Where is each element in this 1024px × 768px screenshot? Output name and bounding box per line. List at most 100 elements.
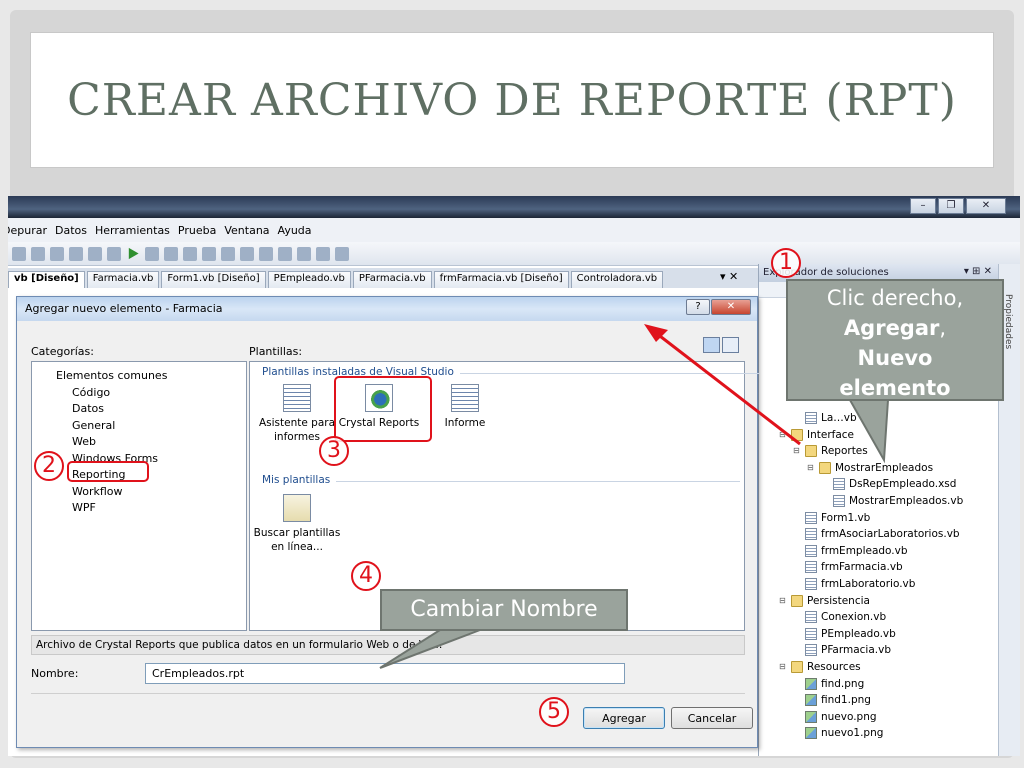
template-report-wizard[interactable]: Asistente para informes [256,384,338,444]
solution-item[interactable]: ⊟ MostrarEmpleados [807,460,933,476]
my-section-label: Mis plantillas [262,474,331,486]
stop-icon[interactable] [164,246,178,261]
folder-icon [791,594,803,607]
menu-herramientas[interactable]: Herramientas [95,224,178,237]
large-icons-view-icon[interactable] [703,337,720,353]
tool-icon[interactable] [31,246,45,261]
solution-item-label: Conexion.vb [821,611,887,624]
redo-icon[interactable] [69,246,83,261]
dialog-close-button[interactable]: ✕ [711,299,751,315]
tool-icon[interactable] [202,246,216,261]
category-elementos-comunes[interactable]: Elementos comunes [56,368,167,384]
tool-icon[interactable] [107,246,121,261]
category-código[interactable]: Código [72,385,110,401]
solution-item[interactable]: nuevo.png [793,709,877,725]
add-button[interactable]: Agregar [583,707,665,729]
tool-icon[interactable] [335,246,349,261]
solution-item[interactable]: frmAsociarLaboratorios.vb [793,526,960,542]
solution-item[interactable]: frmEmpleado.vb [793,543,908,559]
solution-item[interactable]: PEmpleado.vb [793,626,896,642]
solution-item[interactable]: ⊟ Resources [779,659,861,675]
template-label: Buscar plantillas en línea... [253,527,341,553]
solution-item[interactable]: ⊟ Persistencia [779,593,870,609]
template-search-online[interactable]: Buscar plantillas en línea... [252,494,342,554]
tab-pfarmacia[interactable]: PFarmacia.vb [352,271,432,288]
tool-icon[interactable] [88,246,102,261]
menu-ayuda[interactable]: Ayuda [278,224,320,237]
name-input[interactable] [145,663,625,684]
pause-icon[interactable] [145,246,159,261]
category-workflow[interactable]: Workflow [72,484,123,500]
solution-item[interactable]: find.png [793,676,864,692]
menu-ventana[interactable]: Ventana [224,224,277,237]
tool-icon[interactable] [259,246,273,261]
solution-item[interactable]: PFarmacia.vb [793,642,891,658]
slide-title-box: CREAR ARCHIVO DE REPORTE (RPT) [30,32,994,168]
menu-depurar[interactable]: Depurar [8,224,55,237]
tab-form1[interactable]: Form1.vb [Diseño] [161,271,266,288]
tab-controladora[interactable]: Controladora.vb [570,271,664,288]
tool-icon[interactable] [278,246,292,261]
close-window-button[interactable]: ✕ [966,198,1006,214]
solution-item[interactable]: ⊟ Interface [779,427,854,443]
step-5-marker: 5 [539,697,569,727]
category-wpf[interactable]: WPF [72,500,96,516]
expander-icon[interactable]: ⊟ [779,593,787,609]
callout-line: Clic derecho, [826,286,964,310]
report-icon [451,384,479,412]
callout-rename: Cambiar Nombre [380,589,628,631]
category-web[interactable]: Web [72,434,96,450]
solution-item[interactable]: Conexion.vb [793,609,886,625]
solution-item[interactable]: Form1.vb [793,510,870,526]
tab-pempleado[interactable]: PEmpleado.vb [267,271,351,288]
minimize-button[interactable]: – [910,198,936,214]
tab-frmfarmacia[interactable]: frmFarmacia.vb [Diseño] [433,271,569,288]
solution-item[interactable]: find1.png [793,692,871,708]
start-debug-icon[interactable] [128,247,139,260]
solution-item[interactable]: frmFarmacia.vb [793,559,903,575]
category-general[interactable]: General [72,418,115,434]
slide-title: CREAR ARCHIVO DE REPORTE (RPT) [67,74,957,126]
solution-item-label: Form1.vb [821,511,871,524]
name-label: Nombre: [31,667,79,680]
cancel-button[interactable]: Cancelar [671,707,753,729]
tab-diseno[interactable]: vb [Diseño] [8,271,85,288]
tool-icon[interactable] [183,246,197,261]
dialog-separator [31,693,745,694]
tool-icon[interactable] [221,246,235,261]
image-file-icon [805,710,817,723]
ide-title-bar: – ❐ ✕ [8,196,1020,218]
tab-farmacia[interactable]: Farmacia.vb [86,271,160,288]
expander-icon[interactable]: ⊟ [807,460,815,476]
solution-item[interactable]: La…vb [793,410,857,426]
menu-datos[interactable]: Datos [55,224,95,237]
small-icons-view-icon[interactable] [722,337,739,353]
help-button[interactable]: ? [686,299,710,315]
properties-label: Propiedades [1003,294,1013,350]
solution-item-label: La…vb [821,412,857,424]
tool-icon[interactable] [316,246,330,261]
solution-item-label: find1.png [821,694,871,707]
solution-item-label: nuevo.png [821,710,877,723]
tool-icon[interactable] [240,246,254,261]
template-informe[interactable]: Informe [424,384,506,430]
solution-item-label: frmLaboratorio.vb [821,578,916,590]
solution-item-label: Persistencia [807,594,870,607]
restore-button[interactable]: ❐ [938,198,964,214]
tool-icon[interactable] [297,246,311,261]
expander-icon[interactable]: ⊟ [793,443,801,459]
tool-icon[interactable] [12,246,26,261]
category-datos[interactable]: Datos [72,401,104,417]
menu-prueba[interactable]: Prueba [178,224,224,237]
solution-item[interactable]: frmLaboratorio.vb [793,576,915,592]
callout-add-new-item: Clic derecho, Agregar, Nuevo elemento [786,279,1004,401]
solution-item[interactable]: DsRepEmpleado.xsd [821,476,956,492]
undo-icon[interactable] [50,246,64,261]
tabs-controls[interactable]: ▾ ✕ [720,270,738,283]
solution-item[interactable]: ⊟ Reportes [793,443,868,459]
expander-icon[interactable]: ⊟ [779,427,787,443]
solution-item[interactable]: MostrarEmpleados.vb [821,493,963,509]
solution-item[interactable]: nuevo1.png [793,725,883,741]
expander-icon[interactable]: ⊟ [779,659,787,675]
image-file-icon [805,727,817,740]
